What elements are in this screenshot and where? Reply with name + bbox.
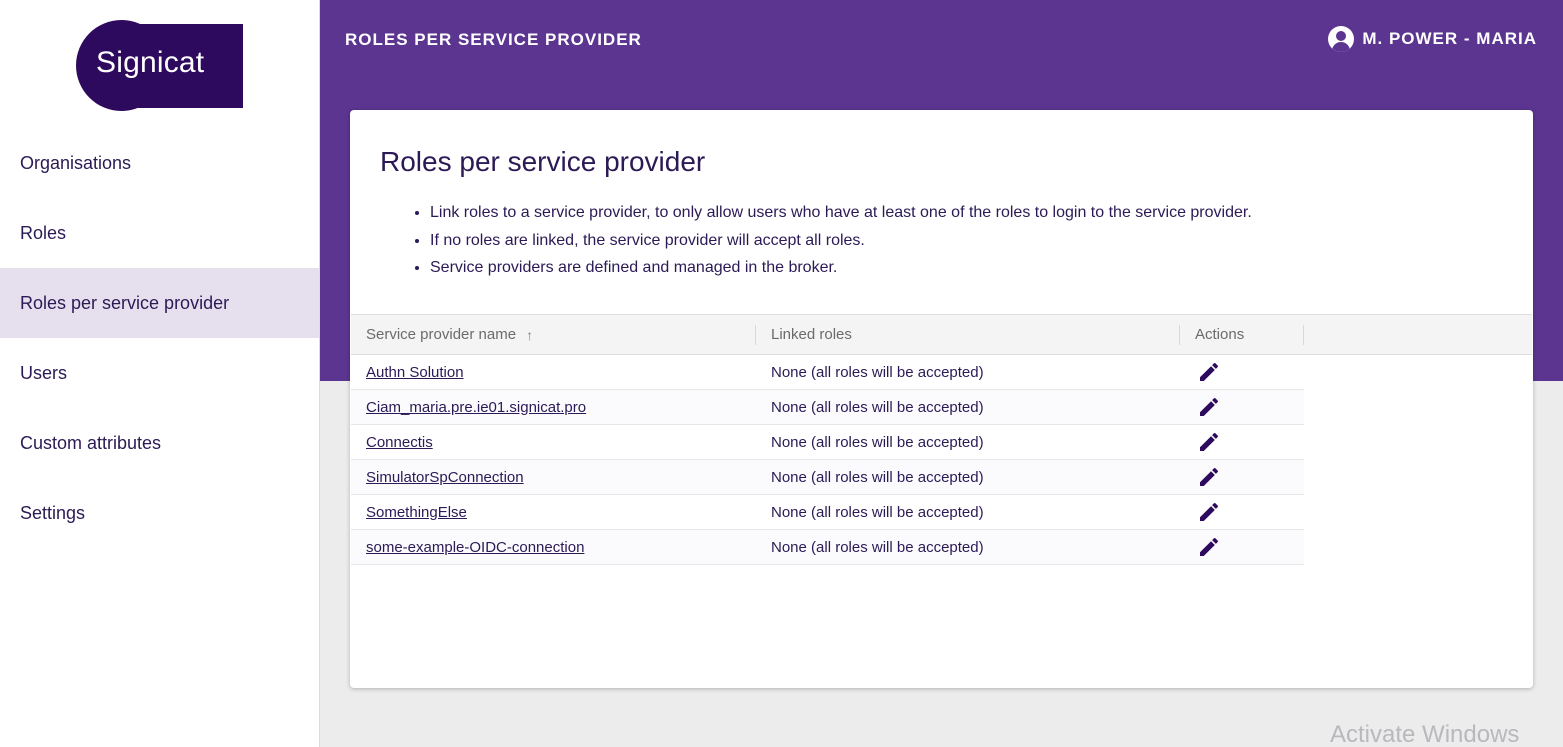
sidebar: Signicat Organisations Roles Roles per s… — [0, 0, 320, 747]
column-header-name[interactable]: Service provider name ↑ — [351, 315, 756, 354]
info-item: Service providers are defined and manage… — [430, 257, 1252, 285]
sidebar-item-label: Roles per service provider — [20, 292, 230, 313]
sidebar-item-users[interactable]: Users — [0, 338, 319, 408]
page-title: Roles per service provider — [380, 146, 706, 177]
table-row: Ciam_maria.pre.ie01.signicat.pro None (a… — [351, 390, 1304, 425]
linked-roles-cell: None (all roles will be accepted) — [771, 433, 984, 451]
pencil-edit-icon[interactable] — [1195, 428, 1223, 456]
page-header-title: ROLES PER SERVICE PROVIDER — [345, 30, 642, 49]
linked-roles-cell: None (all roles will be accepted) — [771, 503, 984, 521]
service-provider-link[interactable]: some-example-OIDC-connection — [351, 539, 756, 556]
column-header-label: Actions — [1195, 326, 1245, 343]
column-header-linked-roles[interactable]: Linked roles — [756, 315, 1180, 354]
pencil-edit-icon[interactable] — [1195, 393, 1223, 421]
linked-roles-cell: None (all roles will be accepted) — [771, 538, 984, 556]
table-row: SimulatorSpConnection None (all roles wi… — [351, 460, 1304, 495]
table-row: Authn Solution None (all roles will be a… — [351, 355, 1304, 390]
activate-windows-watermark: Activate Windows — [1330, 721, 1520, 747]
linked-roles-cell: None (all roles will be accepted) — [771, 398, 984, 416]
service-provider-link[interactable]: Ciam_maria.pre.ie01.signicat.pro — [351, 399, 756, 416]
service-provider-link[interactable]: SomethingElse — [351, 504, 756, 521]
user-name: M. POWER - MARIA — [1362, 29, 1537, 48]
account-circle-icon — [1328, 26, 1355, 52]
sidebar-nav: Organisations Roles Roles per service pr… — [0, 128, 319, 548]
sidebar-item-label: Settings — [20, 502, 86, 523]
column-header-label: Linked roles — [771, 326, 852, 343]
sidebar-item-label: Custom attributes — [20, 432, 162, 453]
linked-roles-cell: None (all roles will be accepted) — [771, 363, 984, 381]
pencil-edit-icon[interactable] — [1195, 358, 1223, 386]
sidebar-item-label: Roles — [20, 222, 67, 243]
arrow-up-icon[interactable]: ↑ — [526, 327, 533, 343]
table-row: Connectis None (all roles will be accept… — [351, 425, 1304, 460]
table-header: Service provider name ↑ Linked roles Act… — [351, 314, 1532, 355]
table-body: Authn Solution None (all roles will be a… — [351, 355, 1532, 565]
sidebar-item-custom-attributes[interactable]: Custom attributes — [0, 408, 319, 478]
user-menu[interactable]: M. POWER - MARIA — [1328, 26, 1537, 52]
pencil-edit-icon[interactable] — [1195, 533, 1223, 561]
sidebar-item-roles-per-service-provider[interactable]: Roles per service provider — [0, 268, 319, 338]
table-row: SomethingElse None (all roles will be ac… — [351, 495, 1304, 530]
info-list: Link roles to a service provider, to onl… — [430, 202, 1252, 285]
pencil-edit-icon[interactable] — [1195, 463, 1223, 491]
column-header-label: Service provider name — [366, 326, 517, 343]
pencil-edit-icon[interactable] — [1195, 498, 1223, 526]
sidebar-item-organisations[interactable]: Organisations — [0, 128, 319, 198]
sidebar-item-label: Users — [20, 362, 68, 383]
signicat-logo[interactable]: Signicat — [76, 20, 244, 111]
column-header-actions: Actions — [1180, 315, 1304, 354]
sidebar-item-settings[interactable]: Settings — [0, 478, 319, 548]
service-provider-link[interactable]: SimulatorSpConnection — [351, 469, 756, 486]
service-provider-link[interactable]: Connectis — [351, 434, 756, 451]
table-row: some-example-OIDC-connection None (all r… — [351, 530, 1304, 565]
info-item: If no roles are linked, the service prov… — [430, 230, 1252, 258]
logo-wordmark: Signicat — [96, 46, 205, 79]
service-provider-table: Service provider name ↑ Linked roles Act… — [351, 314, 1532, 565]
service-provider-link[interactable]: Authn Solution — [351, 364, 756, 381]
info-item: Link roles to a service provider, to onl… — [430, 202, 1252, 230]
linked-roles-cell: None (all roles will be accepted) — [771, 468, 984, 486]
main-card: Roles per service provider Link roles to… — [350, 110, 1533, 688]
sidebar-item-roles[interactable]: Roles — [0, 198, 319, 268]
sidebar-item-label: Organisations — [20, 152, 132, 173]
